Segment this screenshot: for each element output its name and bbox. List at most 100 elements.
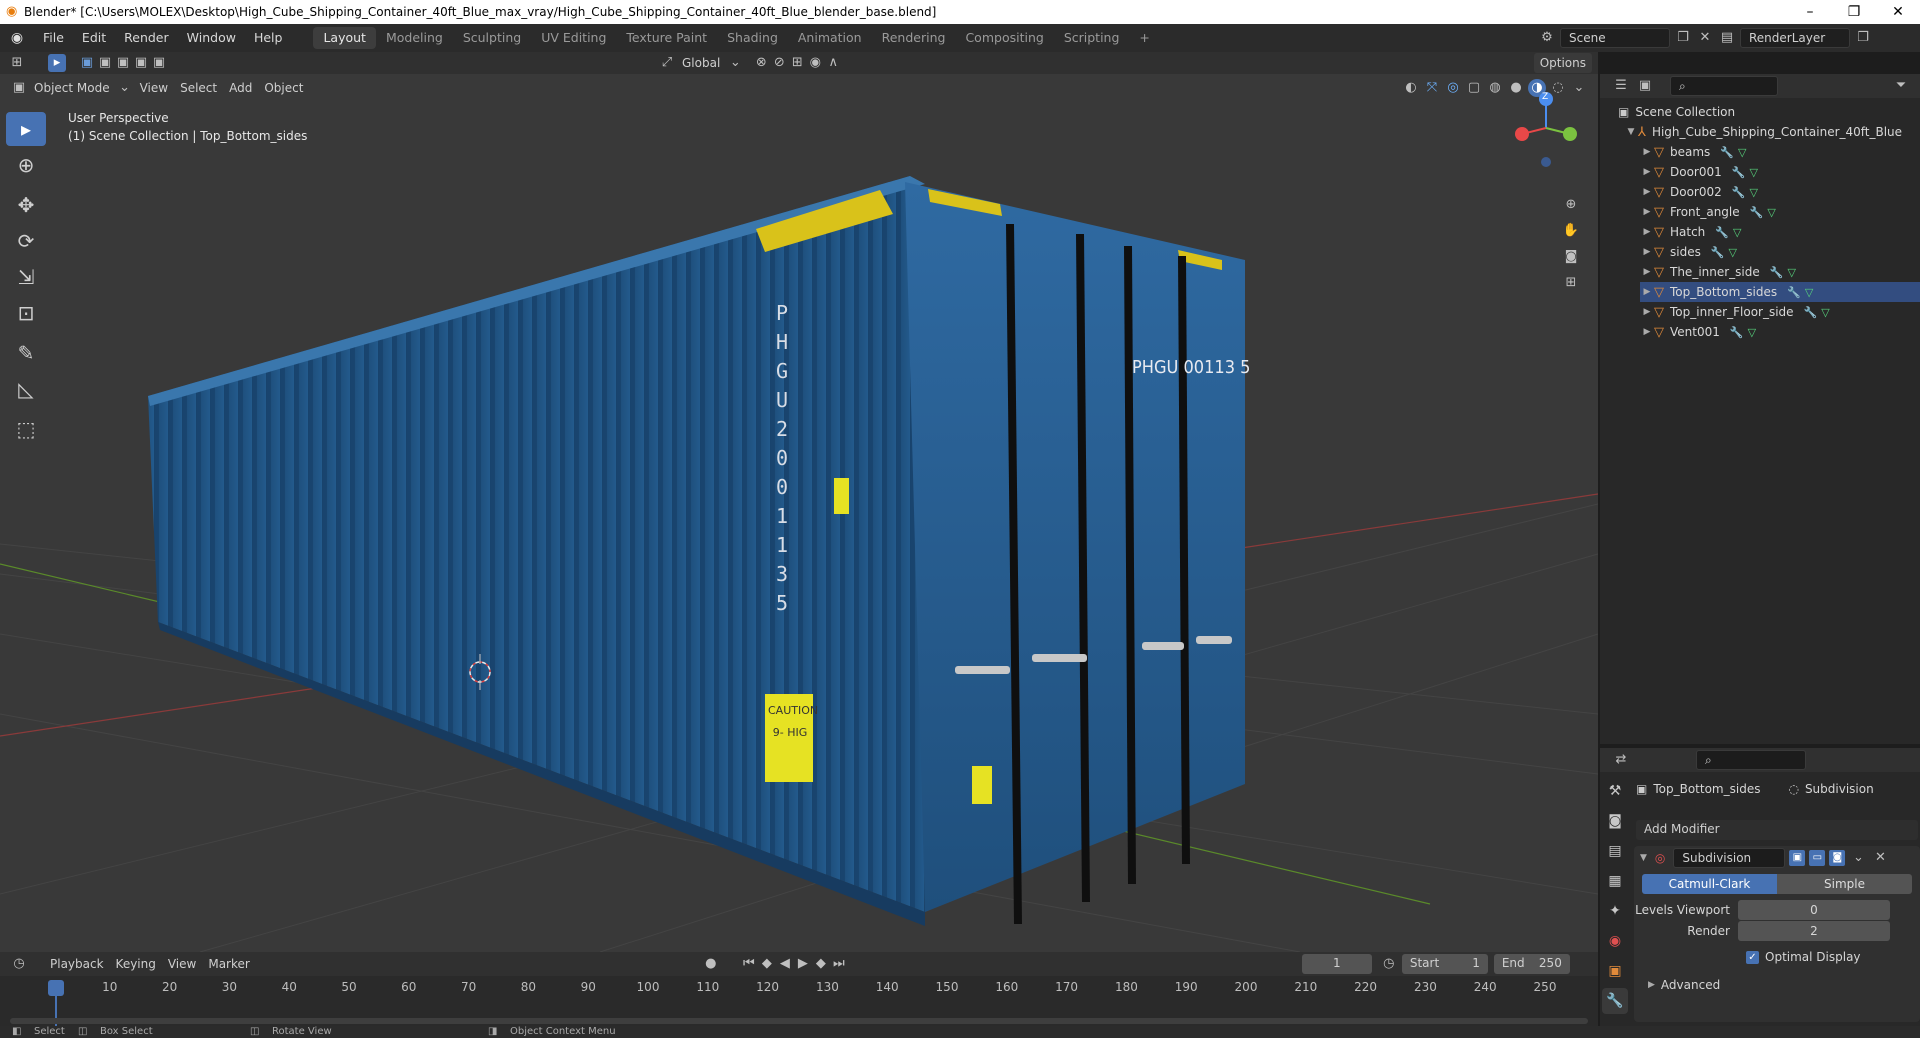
jump-end-icon[interactable]: ⏭ — [830, 955, 848, 973]
view-layer-properties-icon[interactable]: ▦ — [1602, 868, 1628, 894]
tool-cursor[interactable]: ⊕ — [6, 148, 46, 182]
outliner-item-vent001[interactable]: ▶ ▽ Vent001 🔧 ▽ — [1640, 322, 1920, 342]
mesh-data-icon[interactable]: ▽ — [1749, 186, 1757, 199]
orientation-dropdown[interactable]: Global — [676, 53, 726, 73]
timeline-scrollbar[interactable] — [10, 1018, 1588, 1024]
camera-view-icon[interactable]: ◙ — [1562, 248, 1580, 266]
levels-viewport-field[interactable]: 0 — [1738, 900, 1890, 920]
modifier-wrench-icon[interactable]: 🔧 — [1715, 226, 1729, 239]
tab-animation[interactable]: Animation — [788, 27, 872, 49]
realtime-toggle-icon[interactable]: ▭ — [1809, 850, 1826, 866]
timeline-menu-keying[interactable]: Keying — [110, 954, 162, 974]
world-properties-icon[interactable]: ◉ — [1602, 928, 1628, 954]
menu-render[interactable]: Render — [115, 24, 178, 52]
modifier-wrench-icon[interactable]: 🔧 — [1711, 246, 1725, 259]
tool-annotate[interactable]: ✎ — [6, 336, 46, 370]
modifier-properties-icon[interactable]: 🔧 — [1602, 988, 1628, 1014]
expand-right-icon[interactable]: ▶ — [1640, 307, 1654, 317]
minimize-button[interactable]: – — [1788, 0, 1832, 24]
output-properties-icon[interactable]: ▤ — [1602, 838, 1628, 864]
timeline-menu-playback[interactable]: Playback — [44, 954, 110, 974]
new-view-layer-icon[interactable]: ❐ — [1854, 29, 1872, 47]
falloff-icon[interactable]: ∧ — [824, 54, 842, 72]
expand-right-icon[interactable]: ▶ — [1640, 287, 1654, 297]
render-levels-field[interactable]: 2 — [1738, 921, 1890, 941]
expand-right-icon[interactable]: ▶ — [1640, 147, 1654, 157]
outliner-item-beams[interactable]: ▶ ▽ beams 🔧 ▽ — [1640, 142, 1920, 162]
stopwatch-icon[interactable]: ◷ — [1380, 955, 1398, 973]
scene-icon[interactable]: ⚙ — [1538, 29, 1556, 47]
outliner-item-door002[interactable]: ▶ ▽ Door002 🔧 ▽ — [1640, 182, 1920, 202]
modifier-wrench-icon[interactable]: 🔧 — [1732, 166, 1746, 179]
advanced-subpanel[interactable]: ▶ Advanced — [1634, 975, 1920, 995]
frame-ruler[interactable]: 1102030405060708090100110120130140150160… — [0, 980, 1598, 996]
tool-properties-icon[interactable]: ⚒ — [1602, 778, 1628, 804]
modifier-menu-chevron-icon[interactable]: ⌄ — [1849, 849, 1867, 867]
zoom-icon[interactable]: ⊕ — [1562, 196, 1580, 214]
expand-right-icon[interactable]: ▶ — [1640, 327, 1654, 337]
menu-file[interactable]: File — [34, 24, 73, 52]
tool-measure[interactable]: ◺ — [6, 372, 46, 406]
tool-add-cube[interactable]: ⬚ — [6, 412, 46, 446]
tool-select-box[interactable]: ▸ — [6, 112, 46, 146]
tab-compositing[interactable]: Compositing — [955, 27, 1053, 49]
collapse-icon[interactable]: ▼ — [1640, 853, 1647, 863]
timeline-menu-view[interactable]: View — [162, 954, 202, 974]
snap-target-icon[interactable]: ⊞ — [788, 54, 806, 72]
timeline-menu-marker[interactable]: Marker — [202, 954, 255, 974]
tool-move[interactable]: ✥ — [6, 188, 46, 222]
mesh-data-icon[interactable]: ▽ — [1821, 306, 1829, 319]
prev-keyframe-icon[interactable]: ◆ — [758, 955, 776, 973]
tab-texture-paint[interactable]: Texture Paint — [616, 27, 717, 49]
orientation-chevron-icon[interactable]: ⌄ — [726, 54, 744, 72]
simple-button[interactable]: Simple — [1777, 874, 1912, 894]
outliner-item-sides[interactable]: ▶ ▽ sides 🔧 ▽ — [1640, 242, 1920, 262]
select-box-extend-icon[interactable]: ▣ — [96, 54, 114, 72]
tab-scripting[interactable]: Scripting — [1054, 27, 1130, 49]
outliner-item-front-angle[interactable]: ▶ ▽ Front_angle 🔧 ▽ — [1640, 202, 1920, 222]
pivot-icon[interactable]: ⊗ — [752, 54, 770, 72]
expand-right-icon[interactable]: ▶ — [1640, 227, 1654, 237]
render-properties-icon[interactable]: ◙ — [1602, 808, 1628, 834]
outliner-item-the-inner-side[interactable]: ▶ ▽ The_inner_side 🔧 ▽ — [1640, 262, 1920, 282]
start-frame-field[interactable]: Start 1 — [1401, 954, 1488, 974]
mesh-data-icon[interactable]: ▽ — [1767, 206, 1775, 219]
select-box-new-icon[interactable]: ▣ — [78, 54, 96, 72]
select-box-subtract-icon[interactable]: ▣ — [114, 54, 132, 72]
scene-name-field[interactable]: Scene — [1560, 28, 1670, 48]
expand-right-icon[interactable]: ▶ — [1640, 267, 1654, 277]
modifier-wrench-icon[interactable]: 🔧 — [1720, 146, 1734, 159]
outliner-scene-collection[interactable]: ▣ Scene Collection — [1618, 102, 1920, 122]
editor-type-icon[interactable]: ⊞ — [8, 54, 26, 72]
catmull-clark-button[interactable]: Catmull-Clark — [1642, 874, 1777, 894]
record-icon[interactable]: ● — [702, 955, 720, 973]
modifier-wrench-icon[interactable]: 🔧 — [1804, 306, 1818, 319]
expand-right-icon[interactable]: ▶ — [1640, 187, 1654, 197]
outliner-editor-icon[interactable]: ☰ — [1612, 77, 1630, 95]
blender-menu-icon[interactable]: ◉ — [0, 30, 34, 46]
tool-rotate[interactable]: ⟳ — [6, 224, 46, 258]
tab-uv-editing[interactable]: UV Editing — [531, 27, 616, 49]
display-mode-icon[interactable]: ▣ — [1636, 77, 1654, 95]
tab-layout[interactable]: Layout — [313, 27, 376, 49]
menu-window[interactable]: Window — [178, 24, 245, 52]
add-modifier-dropdown[interactable]: Add Modifier — [1636, 820, 1918, 840]
modifier-wrench-icon[interactable]: 🔧 — [1750, 206, 1764, 219]
add-workspace-icon[interactable]: + — [1129, 27, 1159, 49]
outliner-item-top-inner-floor-side[interactable]: ▶ ▽ Top_inner_Floor_side 🔧 ▽ — [1640, 302, 1920, 322]
jump-start-icon[interactable]: ⏮ — [740, 955, 758, 973]
playhead-marker[interactable] — [48, 980, 64, 996]
mesh-data-icon[interactable]: ▽ — [1733, 226, 1741, 239]
tool-scale[interactable]: ⇲ — [6, 260, 46, 294]
modifier-name-field[interactable]: Subdivision — [1673, 848, 1786, 868]
proportional-edit-icon[interactable]: ◉ — [806, 54, 824, 72]
tab-shading[interactable]: Shading — [717, 27, 788, 49]
scene-properties-icon[interactable]: ✦ — [1602, 898, 1628, 924]
orientation-icon[interactable]: ⤢ — [658, 54, 676, 72]
optimal-display-checkbox[interactable]: ✓ — [1746, 950, 1759, 964]
expand-right-icon[interactable]: ▶ — [1640, 247, 1654, 257]
options-dropdown[interactable]: Options — [1533, 53, 1592, 73]
edit-mode-toggle-icon[interactable]: ▣ — [1789, 850, 1806, 866]
outliner-root-object[interactable]: ▼ ⅄ High_Cube_Shipping_Container_40ft_Blue — [1618, 122, 1920, 142]
modifier-wrench-icon[interactable]: 🔧 — [1770, 266, 1784, 279]
